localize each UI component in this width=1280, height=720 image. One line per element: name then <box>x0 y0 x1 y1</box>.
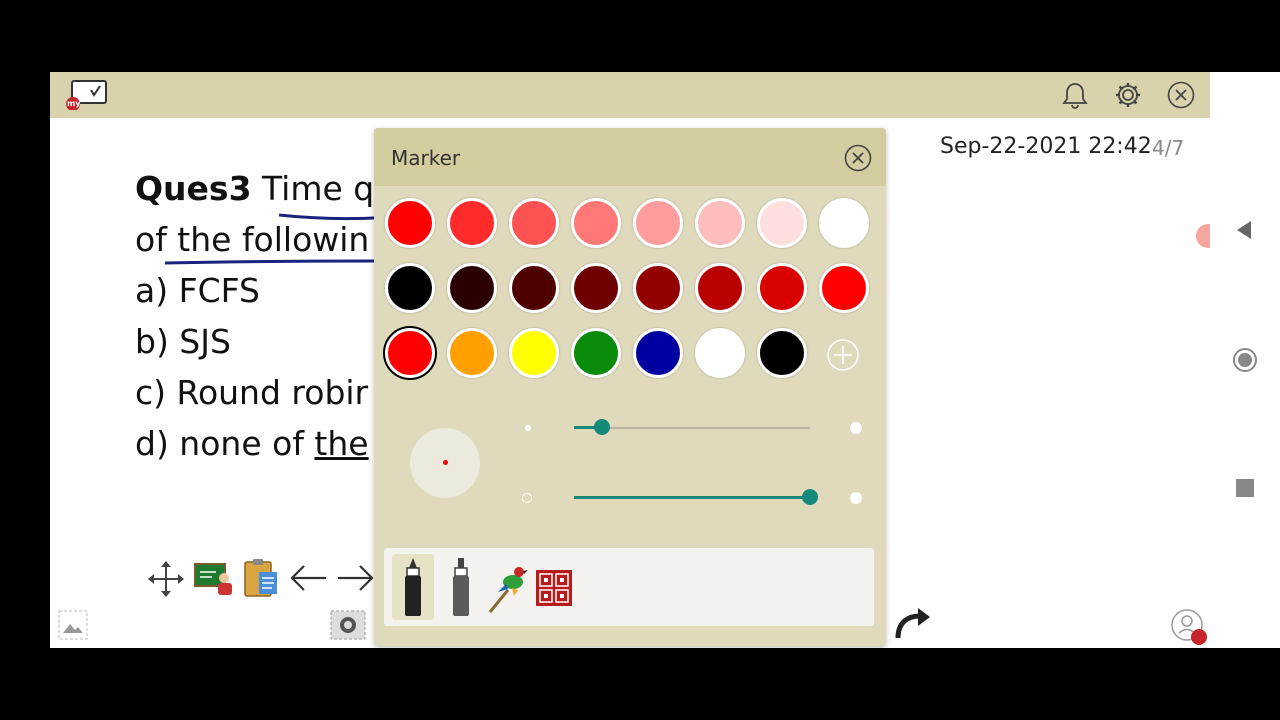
teacher-board-icon[interactable] <box>194 562 234 600</box>
marker-panel-title: Marker <box>391 146 461 170</box>
color-swatch[interactable] <box>633 328 683 378</box>
redo-icon[interactable] <box>892 606 932 646</box>
opacity-max-dot <box>850 492 862 504</box>
color-swatch[interactable] <box>633 263 683 313</box>
marker-panel: Marker <box>374 128 886 646</box>
highlighter-tool[interactable] <box>440 554 482 624</box>
option-a: a) FCFS <box>135 271 260 310</box>
color-swatch[interactable] <box>695 198 745 248</box>
color-swatch[interactable] <box>509 263 559 313</box>
move-icon[interactable] <box>146 559 186 603</box>
size-max-dot <box>850 422 862 434</box>
logo-badge: my <box>67 99 81 108</box>
color-swatch[interactable] <box>757 263 807 313</box>
image-insert-icon[interactable] <box>58 610 88 644</box>
color-swatch[interactable] <box>509 328 559 378</box>
size-slider-knob[interactable] <box>594 419 611 435</box>
color-swatch[interactable] <box>447 198 497 248</box>
gear-icon[interactable] <box>1114 81 1142 109</box>
marker-pen-icon <box>405 558 421 616</box>
color-swatch[interactable] <box>571 198 621 248</box>
underline-stroke-2 <box>164 259 379 265</box>
screenshot-icon[interactable] <box>330 610 366 644</box>
pattern-icon <box>536 570 572 606</box>
clipboard-icon[interactable] <box>243 558 279 602</box>
arrow-right-icon[interactable] <box>336 562 376 598</box>
app-logo[interactable]: my <box>64 80 108 111</box>
color-swatch[interactable] <box>385 198 435 248</box>
right-side-strip <box>1210 72 1280 648</box>
color-swatch[interactable] <box>633 198 683 248</box>
color-swatch[interactable] <box>819 263 869 313</box>
marker-panel-header: Marker <box>374 128 886 186</box>
color-swatch[interactable] <box>819 198 869 248</box>
top-bar: my <box>50 72 1210 118</box>
opacity-slider-fill <box>574 496 810 499</box>
color-swatch[interactable] <box>695 263 745 313</box>
opacity-min-dot <box>522 493 532 503</box>
brush-bird-icon <box>488 567 528 613</box>
user-profile-icon[interactable] <box>1170 608 1210 648</box>
highlighter-icon <box>453 558 469 616</box>
timestamp: Sep-22-2021 22:42 <box>940 134 1152 159</box>
marker-pen-tool[interactable] <box>392 554 434 620</box>
color-swatch[interactable] <box>383 326 437 380</box>
option-c: c) Round robir <box>135 373 369 412</box>
stop-square-icon[interactable] <box>1236 479 1254 501</box>
pattern-tool[interactable] <box>535 569 573 611</box>
color-swatch[interactable] <box>447 328 497 378</box>
option-b: b) SJS <box>135 322 231 361</box>
close-circle-icon[interactable] <box>1167 81 1195 109</box>
home-circle-icon[interactable] <box>1232 347 1258 377</box>
collapse-left-icon[interactable] <box>1233 219 1255 245</box>
opacity-slider-knob[interactable] <box>802 489 818 505</box>
pen-type-toolbar <box>384 548 874 626</box>
color-swatch[interactable] <box>447 263 497 313</box>
stroke-preview <box>410 428 480 498</box>
brush-tool[interactable] <box>486 560 530 620</box>
color-swatch[interactable] <box>571 263 621 313</box>
question-text: Time q <box>251 169 375 208</box>
stroke-preview-dot <box>443 460 448 465</box>
color-swatch[interactable] <box>757 328 807 378</box>
close-icon[interactable] <box>844 144 872 172</box>
color-swatch[interactable] <box>509 198 559 248</box>
arrow-left-icon[interactable] <box>288 562 328 598</box>
page-counter: 4/7 <box>1152 136 1185 160</box>
pen-cursor-indicator <box>1196 224 1210 248</box>
color-swatch[interactable] <box>385 263 435 313</box>
color-swatch[interactable] <box>757 198 807 248</box>
color-swatch[interactable] <box>695 328 745 378</box>
add-color-icon[interactable] <box>826 338 860 372</box>
option-d-prefix: d) none of <box>135 424 315 463</box>
size-min-dot <box>525 425 531 431</box>
question-line-1: Ques3 Time q <box>135 169 374 208</box>
bell-icon[interactable] <box>1061 81 1089 109</box>
color-swatch[interactable] <box>571 328 621 378</box>
option-d-word: the <box>314 424 369 463</box>
question-label: Ques3 <box>135 169 252 208</box>
option-d: d) none of the <box>135 424 369 463</box>
